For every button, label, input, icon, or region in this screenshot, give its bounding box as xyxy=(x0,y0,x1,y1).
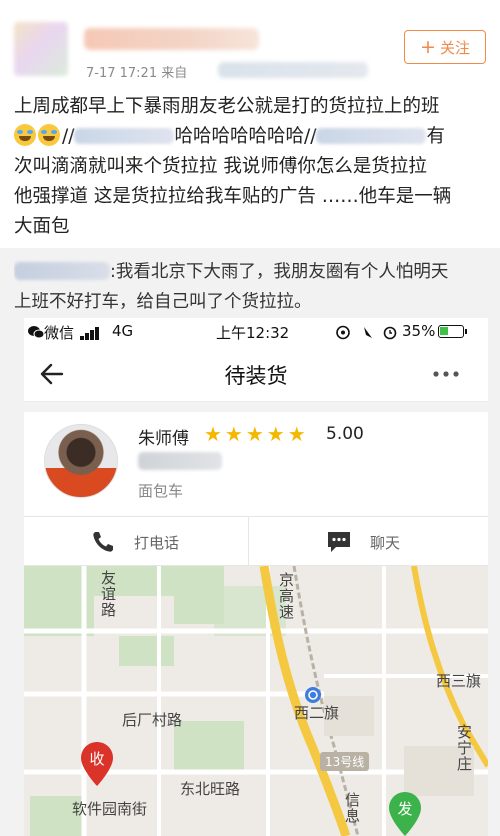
battery-icon xyxy=(438,325,467,338)
divider xyxy=(24,402,488,412)
call-label: 打电话 xyxy=(134,533,180,552)
wechat-icon xyxy=(28,326,44,339)
status-bar: 微信 4G 上午12:32 35% xyxy=(24,318,488,346)
post-meta: 7-17 17:21 来自 xyxy=(86,66,188,81)
status-icons xyxy=(336,325,397,340)
follow-button[interactable]: + 关注 xyxy=(404,30,486,64)
dispatch-pin-label: 发 xyxy=(397,800,413,818)
action-row: 打电话 聊天 xyxy=(24,516,488,567)
receive-pin-label: 收 xyxy=(89,750,105,768)
post-line: 次叫滴滴就叫来个货拉拉 我说师傅你怎么是货拉拉 xyxy=(14,156,427,177)
driver-name: 朱师傅 xyxy=(138,429,189,449)
post-header: 7-17 17:21 来自 + 关注 xyxy=(0,0,500,88)
battery-percent: 35% xyxy=(402,322,436,340)
laugh-cry-emoji-icon xyxy=(38,124,60,146)
mention-redacted[interactable] xyxy=(316,128,427,144)
laugh-cry-emoji-icon xyxy=(14,124,36,146)
chat-button[interactable]: 聊天 xyxy=(326,517,400,567)
license-plate-redacted xyxy=(138,452,222,470)
signal-icon xyxy=(80,326,102,340)
clock: 上午12:32 xyxy=(216,324,290,342)
repost-line: 上班不好打车，给自己叫了个货拉拉。 xyxy=(14,292,312,312)
driver-rating: 5.00 xyxy=(326,424,364,444)
map-label-xierqi: 西二旗 xyxy=(294,704,340,722)
post-line: 他强撑道 这是货拉拉给我车贴的广告 ……他车是一辆 xyxy=(14,186,452,207)
carrier-label: 微信 xyxy=(44,324,75,342)
mention-redacted[interactable] xyxy=(74,128,175,144)
map-label-xinxi: 信息 xyxy=(343,792,361,824)
post-line: 上周成都早上下暴雨朋友老公就是打的货拉拉上的班 xyxy=(14,96,440,117)
post-line-fragment: 有 xyxy=(426,126,445,147)
app-nav-bar: 待装货 xyxy=(24,346,488,402)
post-line: //哈哈哈哈哈哈哈//有 xyxy=(14,122,490,152)
commenter-name-redacted[interactable] xyxy=(14,262,110,280)
post-source-redacted xyxy=(218,62,368,78)
chat-label: 聊天 xyxy=(370,533,401,552)
more-icon[interactable] xyxy=(428,362,464,386)
follow-label: 关注 xyxy=(439,38,470,57)
repost-line: :我看北京下大雨了，我朋友圈有个人怕明天 xyxy=(14,257,490,287)
metro-station-icon xyxy=(305,687,321,703)
route-map[interactable]: 友谊路 京高速 西三旗 西二旗 后厂村路 东北旺路 软件园南街 安宁庄 信息 1… xyxy=(24,566,488,836)
post-line-fragment: 哈哈哈哈哈哈哈// xyxy=(174,126,317,147)
map-label-youyi-road: 友谊路 xyxy=(99,570,117,618)
network-label: 4G xyxy=(112,322,134,340)
chat-icon xyxy=(328,532,350,552)
map-label-anning-zhuang: 安宁庄 xyxy=(455,724,473,772)
metro-line-badge: 13号线 xyxy=(320,752,370,771)
map-label-xisanqi: 西三旗 xyxy=(436,672,482,690)
map-label-houchangcun-road: 后厂村路 xyxy=(122,711,183,729)
vehicle-type: 面包车 xyxy=(138,482,184,500)
embedded-app-screenshot: 微信 4G 上午12:32 35% 待装货 朱师傅 ★★★★★ 5.00 面包车 xyxy=(24,318,488,836)
divider xyxy=(248,517,249,567)
map-label-ruanjianyuan-south: 软件园南街 xyxy=(72,800,148,818)
poster-avatar[interactable] xyxy=(14,22,68,76)
map-label-expressway: 京高速 xyxy=(277,572,295,620)
receive-location-pin[interactable]: 收 xyxy=(80,742,114,786)
phone-icon xyxy=(93,532,113,552)
post-line: 大面包 xyxy=(14,216,70,237)
plus-icon: + xyxy=(420,35,436,58)
page-title: 待装货 xyxy=(224,364,288,388)
repost-line-text: :我看北京下大雨了，我朋友圈有个人怕明天 xyxy=(110,262,449,282)
dispatch-location-pin[interactable]: 发 xyxy=(388,792,422,836)
star-rating-icon: ★★★★★ xyxy=(204,422,309,446)
driver-avatar xyxy=(44,424,118,498)
repost-text: :我看北京下大雨了，我朋友圈有个人怕明天 上班不好打车，给自己叫了个货拉拉。 xyxy=(14,257,490,317)
poster-name-redacted[interactable] xyxy=(84,28,259,50)
call-button[interactable]: 打电话 xyxy=(90,517,179,567)
post-body: 上周成都早上下暴雨朋友老公就是打的货拉拉上的班 //哈哈哈哈哈哈哈//有 次叫滴… xyxy=(14,92,490,242)
map-label-dongbeiwang-road: 东北旺路 xyxy=(180,780,241,798)
driver-card: 朱师傅 ★★★★★ 5.00 面包车 xyxy=(24,412,488,520)
